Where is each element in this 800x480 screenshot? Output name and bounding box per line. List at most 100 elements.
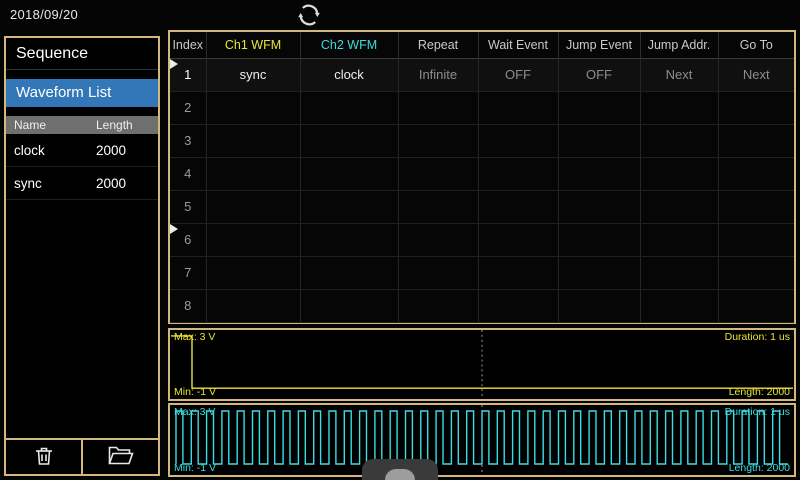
cell-ch1_wfm[interactable]: [206, 289, 300, 322]
cell-wait_event[interactable]: [478, 289, 558, 322]
ch2-waveform-plot: [170, 405, 794, 475]
cell-ch1_wfm[interactable]: [206, 91, 300, 124]
cell-jump_event[interactable]: [558, 190, 640, 223]
cell-go_to[interactable]: [718, 256, 794, 289]
cell-jump_addr[interactable]: [640, 289, 718, 322]
ch2-duration-label: Duration: 1 us: [725, 406, 790, 418]
cell-wait_event[interactable]: [478, 157, 558, 190]
cell-go_to[interactable]: [718, 124, 794, 157]
cell-repeat[interactable]: [398, 256, 478, 289]
refresh-icon[interactable]: [296, 2, 322, 28]
cell-wait_event[interactable]: OFF: [478, 58, 558, 91]
sidebar-title: Sequence: [6, 38, 158, 70]
cell-ch2_wfm[interactable]: [300, 223, 398, 256]
cell-go_to[interactable]: [718, 190, 794, 223]
cell-go_to[interactable]: [718, 289, 794, 322]
sequence-table: IndexCh1 WFMCh2 WFMRepeatWait EventJump …: [170, 32, 794, 323]
cell-ch2_wfm[interactable]: [300, 190, 398, 223]
waveform-list: clock2000sync2000: [6, 134, 158, 200]
cell-go_to[interactable]: [718, 157, 794, 190]
cell-repeat[interactable]: [398, 190, 478, 223]
open-button[interactable]: [83, 440, 158, 474]
cell-wait_event[interactable]: [478, 124, 558, 157]
cell-wait_event[interactable]: [478, 223, 558, 256]
sidebar-buttons: [6, 438, 158, 474]
cell-index[interactable]: 8: [170, 289, 206, 322]
sequence-row-5[interactable]: 5: [170, 190, 794, 223]
ch1-duration-label: Duration: 1 us: [725, 331, 790, 343]
cell-jump_addr[interactable]: [640, 91, 718, 124]
cell-repeat[interactable]: Infinite: [398, 58, 478, 91]
cell-jump_addr[interactable]: [640, 256, 718, 289]
cell-jump_event[interactable]: [558, 223, 640, 256]
cell-go_to[interactable]: [718, 223, 794, 256]
cell-repeat[interactable]: [398, 157, 478, 190]
sequence-row-8[interactable]: 8: [170, 289, 794, 322]
name-column-header: Name: [14, 116, 96, 134]
ch2-length-label: Length: 2000: [729, 462, 790, 474]
cell-ch2_wfm[interactable]: [300, 124, 398, 157]
waveform-length: 2000: [96, 134, 158, 166]
cell-ch2_wfm[interactable]: [300, 289, 398, 322]
sequence-row-1[interactable]: 1syncclockInfiniteOFFOFFNextNext: [170, 58, 794, 91]
cell-jump_event[interactable]: [558, 289, 640, 322]
waveform-name: clock: [14, 134, 96, 166]
cell-go_to[interactable]: [718, 91, 794, 124]
cell-ch2_wfm[interactable]: [300, 157, 398, 190]
open-folder-icon: [107, 444, 134, 470]
cell-ch1_wfm[interactable]: [206, 124, 300, 157]
sequence-row-3[interactable]: 3: [170, 124, 794, 157]
cell-index[interactable]: 4: [170, 157, 206, 190]
ch2-min-label: Min: -1 V: [174, 462, 216, 474]
waveform-list-item-clock[interactable]: clock2000: [6, 134, 158, 167]
cell-repeat[interactable]: [398, 91, 478, 124]
sequence-sidebar: Sequence Waveform List Name Length clock…: [4, 36, 160, 476]
column-header-index: Index: [170, 32, 206, 58]
cell-go_to[interactable]: Next: [718, 58, 794, 91]
cell-ch1_wfm[interactable]: [206, 157, 300, 190]
sequence-row-7[interactable]: 7: [170, 256, 794, 289]
cell-index[interactable]: 5: [170, 190, 206, 223]
delete-button[interactable]: [6, 440, 83, 474]
cell-jump_addr[interactable]: [640, 223, 718, 256]
home-handle[interactable]: [362, 459, 438, 480]
cell-ch2_wfm[interactable]: [300, 91, 398, 124]
cell-ch2_wfm[interactable]: [300, 256, 398, 289]
cell-index[interactable]: 3: [170, 124, 206, 157]
awg-sequence-screen: 2018/09/20 Sequence Waveform List Name L…: [0, 0, 800, 480]
cell-jump_event[interactable]: [558, 256, 640, 289]
cell-jump_addr[interactable]: [640, 190, 718, 223]
ch1-min-label: Min: -1 V: [174, 386, 216, 398]
cell-ch1_wfm[interactable]: sync: [206, 58, 300, 91]
cell-jump_event[interactable]: OFF: [558, 58, 640, 91]
cell-repeat[interactable]: [398, 124, 478, 157]
cell-jump_event[interactable]: [558, 91, 640, 124]
cell-jump_addr[interactable]: [640, 157, 718, 190]
sequence-row-6[interactable]: 6: [170, 223, 794, 256]
column-header-repeat: Repeat: [398, 32, 478, 58]
sequence-row-4[interactable]: 4: [170, 157, 794, 190]
cell-repeat[interactable]: [398, 289, 478, 322]
cell-ch2_wfm[interactable]: clock: [300, 58, 398, 91]
cell-index[interactable]: 2: [170, 91, 206, 124]
waveform-list-item-sync[interactable]: sync2000: [6, 167, 158, 200]
cell-wait_event[interactable]: [478, 91, 558, 124]
sequence-row-2[interactable]: 2: [170, 91, 794, 124]
cell-index[interactable]: 7: [170, 256, 206, 289]
cell-jump_event[interactable]: [558, 157, 640, 190]
sequence-table-header-row: IndexCh1 WFMCh2 WFMRepeatWait EventJump …: [170, 32, 794, 58]
ch1-waveform-preview: Max: 3 V Duration: 1 us Min: -1 V Length…: [168, 328, 796, 401]
cell-jump_addr[interactable]: [640, 124, 718, 157]
cell-ch1_wfm[interactable]: [206, 190, 300, 223]
cell-jump_addr[interactable]: Next: [640, 58, 718, 91]
column-header-ch1-wfm: Ch1 WFM: [206, 32, 300, 58]
sequence-table-body: 1syncclockInfiniteOFFOFFNextNext2345678: [170, 58, 794, 322]
waveform-list-tab[interactable]: Waveform List: [6, 79, 158, 107]
cell-jump_event[interactable]: [558, 124, 640, 157]
cell-wait_event[interactable]: [478, 190, 558, 223]
cell-ch1_wfm[interactable]: [206, 223, 300, 256]
date-label: 2018/09/20: [10, 7, 78, 22]
cell-repeat[interactable]: [398, 223, 478, 256]
cell-wait_event[interactable]: [478, 256, 558, 289]
cell-ch1_wfm[interactable]: [206, 256, 300, 289]
